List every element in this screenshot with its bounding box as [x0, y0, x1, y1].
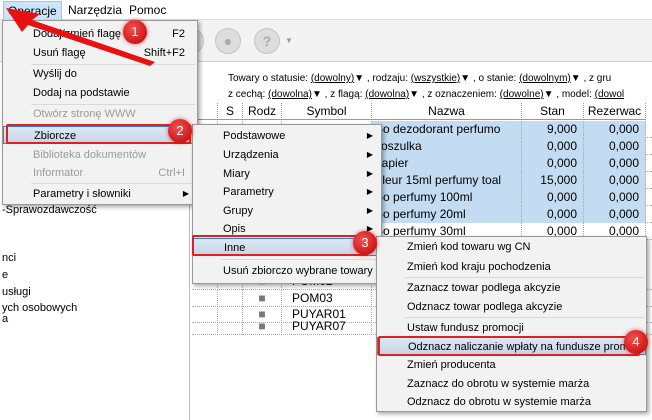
filter-label: Towary o statusie:: [228, 73, 309, 84]
menu-item-inne-4[interactable]: Ustaw fundusz promocji: [377, 319, 646, 337]
tree-item[interactable]: a: [2, 313, 8, 325]
stan-cell: 0,000: [522, 206, 584, 223]
rezerwac-cell: 0,000: [584, 155, 646, 172]
menu-item-parametry-slowniki[interactable]: Parametry i słowniki ▶: [3, 185, 197, 203]
red-arrow-annotation: [6, 8, 155, 66]
chevron-down-icon[interactable]: ▼: [285, 36, 293, 45]
step-badge-1: 1: [123, 20, 147, 44]
nazwa-cell: koszulka: [372, 138, 522, 155]
menu-item-zbiorcze-3[interactable]: Parametry ▶: [193, 183, 381, 201]
menu-item-zbiorcze-1[interactable]: Urządzenia ▶: [193, 146, 381, 164]
filter-label: z cechą:: [228, 89, 266, 100]
stan-cell: 0,000: [522, 155, 584, 172]
stan-cell: 0,000: [522, 189, 584, 206]
menu-item-zbiorcze-7[interactable]: Usuń zbiorczo wybrane towary: [193, 262, 381, 280]
rodzaj-filter[interactable]: (wszystkie): [411, 73, 460, 84]
menu-item-inne-2[interactable]: Zaznacz towar podlega akcyzie: [377, 279, 646, 297]
filter-label: , model:: [556, 89, 592, 100]
tree-item[interactable]: usługi: [2, 286, 31, 298]
menu-item-otworz-www: Otwórz stronę WWW: [33, 108, 136, 120]
submenu-arrow-icon: ▶: [366, 131, 373, 140]
rezerwac-cell: 0,000: [584, 172, 646, 189]
filter-label: , z oznaczeniem:: [421, 89, 497, 100]
column-header-stan[interactable]: Stan: [522, 103, 584, 120]
nazwa-cell: So perfumy 100ml: [372, 189, 522, 206]
highlight-inne: [192, 235, 368, 256]
stan-cell: 9,000: [522, 121, 584, 138]
stan-cell: 0,000: [522, 138, 584, 155]
menu-item-zbiorcze-2[interactable]: Miary ▶: [193, 165, 381, 183]
zbiorcze-submenu: Podstawowe ▶ Urządzenia ▶ Miary ▶ Parametry ▶ Gr…: [192, 124, 382, 284]
column-header-symbol[interactable]: Symbol: [282, 103, 372, 120]
submenu-arrow-icon: ▶: [366, 169, 373, 178]
column-header-nazwa[interactable]: Nazwa: [372, 103, 522, 120]
menu-item-inne-6[interactable]: Zmień producenta: [377, 356, 646, 374]
menu-item-zbiorcze-4[interactable]: Grupy ▶: [193, 202, 381, 220]
nazwa-cell: So perfumy 20ml: [372, 206, 522, 223]
menu-item-inne-0[interactable]: Zmień kod towaru wg CN: [377, 238, 646, 256]
menu-item-informator: Informator Ctrl+I: [33, 167, 185, 179]
oznaczenie-filter[interactable]: (dowolne): [500, 89, 544, 100]
nazwa-cell: So dezodorant perfumo: [372, 121, 522, 138]
tree-item[interactable]: -Sprawozdawczość: [2, 204, 97, 216]
highlight-zbiorcze: [6, 124, 191, 144]
globe-icon[interactable]: ●: [215, 28, 241, 54]
filter-bar: Towary o statusie: (dowolny)▼ , rodzaju:…: [192, 62, 652, 104]
menu-item-inne-7[interactable]: Zaznacz do obrotu w systemie marża: [377, 375, 646, 393]
highlight-odznacz-naliczanie: [378, 336, 640, 356]
tree-item[interactable]: nci: [2, 252, 16, 264]
menu-item-inne-3[interactable]: Odznacz towar podlega akcyzie: [377, 298, 646, 316]
symbol-cell: POM03: [282, 290, 372, 307]
nazwa-cell: papier: [372, 155, 522, 172]
menu-item-zbiorcze-0[interactable]: Podstawowe ▶: [193, 127, 381, 145]
menu-item-inne-1[interactable]: Zmień kod kraju pochodzenia: [377, 258, 646, 276]
submenu-arrow-icon: ▶: [366, 187, 373, 196]
rezerwac-cell: 0,000: [584, 189, 646, 206]
rezerwac-cell: 0,000: [584, 138, 646, 155]
inne-submenu: Zmień kod towaru wg CN Zmień kod kraju po…: [376, 236, 647, 412]
model-filter[interactable]: (dowol: [595, 89, 624, 100]
column-header-s[interactable]: S: [218, 103, 243, 120]
menu-item-dodaj-na-podstawie[interactable]: Dodaj na podstawie: [3, 84, 197, 102]
stan-filter[interactable]: (dowolnym): [519, 73, 571, 84]
help-icon[interactable]: ?: [254, 28, 280, 54]
filter-label: , z flagą:: [324, 89, 363, 100]
tree-item[interactable]: e: [2, 269, 8, 281]
step-badge-4: 4: [624, 330, 648, 354]
step-badge-3: 3: [353, 231, 377, 255]
menu-item-inne-8[interactable]: Odznacz do obrotu w systemie marża: [377, 393, 646, 411]
symbol-cell: PUYAR07: [282, 318, 372, 335]
status-filter[interactable]: (dowolny): [311, 73, 354, 84]
column-header-rodz[interactable]: Rodz: [243, 103, 282, 120]
filter-label: , rodzaju:: [366, 73, 409, 84]
rezerwac-cell: 0,000: [584, 121, 646, 138]
column-header-rezerwac[interactable]: Rezerwac: [584, 103, 646, 120]
stan-cell: 15,000: [522, 172, 584, 189]
submenu-arrow-icon: ▶: [366, 206, 373, 215]
submenu-arrow-icon: ▶: [182, 189, 189, 198]
submenu-arrow-icon: ▶: [366, 150, 373, 159]
menu-item-biblioteka: Biblioteka dokumentów: [33, 149, 147, 161]
nazwa-cell: Fleur 15ml perfumy toal: [372, 172, 522, 189]
rezerwac-cell: 0,000: [584, 206, 646, 223]
tree-item[interactable]: ych osobowych: [2, 302, 77, 314]
step-badge-2: 2: [168, 119, 192, 143]
filter-label: , o stanie:: [472, 73, 517, 84]
flaga-filter[interactable]: (dowolna): [365, 89, 409, 100]
filter-label: , z gru: [583, 73, 612, 84]
cecha-filter[interactable]: (dowolna): [268, 89, 312, 100]
